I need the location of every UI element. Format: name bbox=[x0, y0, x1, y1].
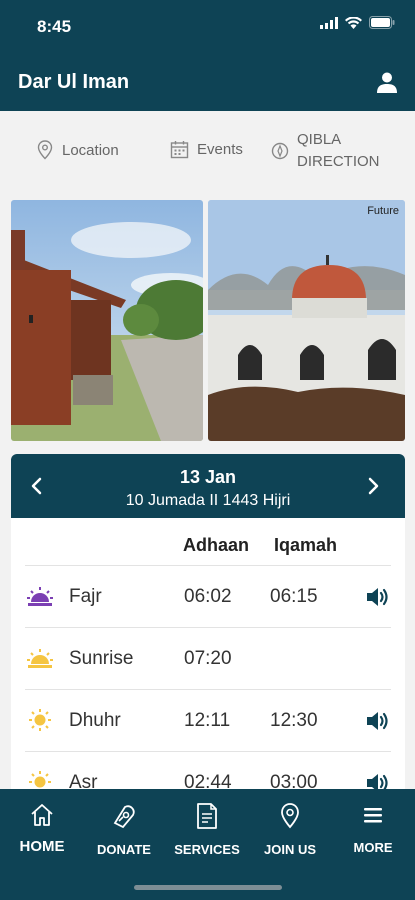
sun-icon bbox=[29, 709, 51, 731]
nav-donate-label: DONATE bbox=[97, 842, 151, 857]
location-link-label: Location bbox=[62, 141, 119, 159]
events-link[interactable]: Events bbox=[170, 140, 243, 159]
calendar-icon bbox=[170, 141, 189, 159]
future-building-image bbox=[208, 200, 405, 441]
nav-donate[interactable]: DONATE bbox=[84, 803, 164, 857]
prayer-row-fajr: Fajr 06:02 06:15 bbox=[25, 565, 391, 627]
profile-icon[interactable] bbox=[375, 70, 399, 94]
location-link[interactable]: Location bbox=[36, 140, 119, 160]
sunrise-yellow-icon bbox=[27, 649, 53, 668]
current-mosque-photo bbox=[11, 200, 203, 441]
app-header: 8:45 Dar Ul Iman bbox=[0, 0, 415, 111]
wifi-icon bbox=[345, 16, 362, 29]
iqamah-time: 12:30 bbox=[270, 710, 318, 731]
nav-home-label: HOME bbox=[19, 838, 65, 855]
current-building-image bbox=[11, 200, 203, 441]
battery-icon bbox=[369, 16, 395, 29]
future-mosque-photo: Future bbox=[208, 200, 405, 441]
hijri-date: 10 Jumada II 1443 Hijri bbox=[125, 492, 291, 509]
prayer-date-header: 13 Jan 10 Jumada II 1443 Hijri bbox=[11, 454, 405, 518]
qibla-direction-link[interactable]: QIBLA DIRECTION bbox=[271, 129, 387, 173]
nav-services-label: SERVICES bbox=[174, 842, 240, 857]
nav-join-us-label: JOIN US bbox=[263, 842, 316, 857]
location-pin-icon bbox=[37, 140, 53, 160]
prayer-times-card: 13 Jan 10 Jumada II 1443 Hijri Adhaan Iq… bbox=[11, 454, 405, 794]
sunrise-purple-icon bbox=[27, 587, 53, 606]
nav-services[interactable]: SERVICES bbox=[167, 803, 247, 857]
document-icon bbox=[197, 803, 217, 829]
compass-icon bbox=[271, 142, 289, 160]
status-time: 8:45 bbox=[37, 17, 72, 36]
bottom-navigation: HOME DONATE SERVICES JOIN US MORE bbox=[0, 789, 415, 900]
prayer-row-sunrise: Sunrise 07:20 bbox=[25, 627, 391, 689]
location-pin-icon bbox=[281, 803, 299, 829]
speaker-icon[interactable] bbox=[365, 709, 391, 733]
gregorian-date: 13 Jan bbox=[179, 467, 237, 487]
events-link-label: Events bbox=[197, 141, 243, 158]
adhaan-time: 06:02 bbox=[184, 586, 232, 607]
page-title: Dar Ul Iman bbox=[18, 71, 130, 93]
prayer-row-asr: Asr 02:44 03:00 bbox=[25, 751, 391, 794]
prayer-name: Dhuhr bbox=[69, 710, 121, 731]
adhaan-column-header: Adhaan bbox=[183, 535, 250, 555]
chevron-right-icon[interactable] bbox=[361, 474, 385, 498]
prayer-name: Sunrise bbox=[69, 648, 134, 669]
nav-join-us[interactable]: JOIN US bbox=[250, 803, 330, 857]
nav-more-label: MORE bbox=[353, 840, 393, 855]
home-indicator bbox=[134, 885, 282, 890]
signal-icon bbox=[320, 16, 338, 29]
qibla-direction-label: QIBLA DIRECTION bbox=[297, 131, 380, 170]
iqamah-column-header: Iqamah bbox=[274, 535, 338, 555]
nav-more[interactable]: MORE bbox=[333, 803, 413, 855]
adhaan-time: 07:20 bbox=[184, 648, 232, 669]
adhaan-time: 12:11 bbox=[184, 710, 231, 731]
nav-home[interactable]: HOME bbox=[2, 803, 82, 855]
menu-icon bbox=[364, 808, 382, 823]
donate-icon bbox=[113, 805, 135, 829]
prayer-row-dhuhr: Dhuhr 12:11 12:30 bbox=[25, 689, 391, 751]
future-caption: Future bbox=[367, 205, 399, 217]
iqamah-time: 06:15 bbox=[270, 586, 318, 607]
speaker-icon[interactable] bbox=[365, 585, 391, 609]
status-icons bbox=[320, 16, 395, 29]
home-icon bbox=[31, 804, 53, 826]
prayer-name: Fajr bbox=[69, 586, 102, 607]
